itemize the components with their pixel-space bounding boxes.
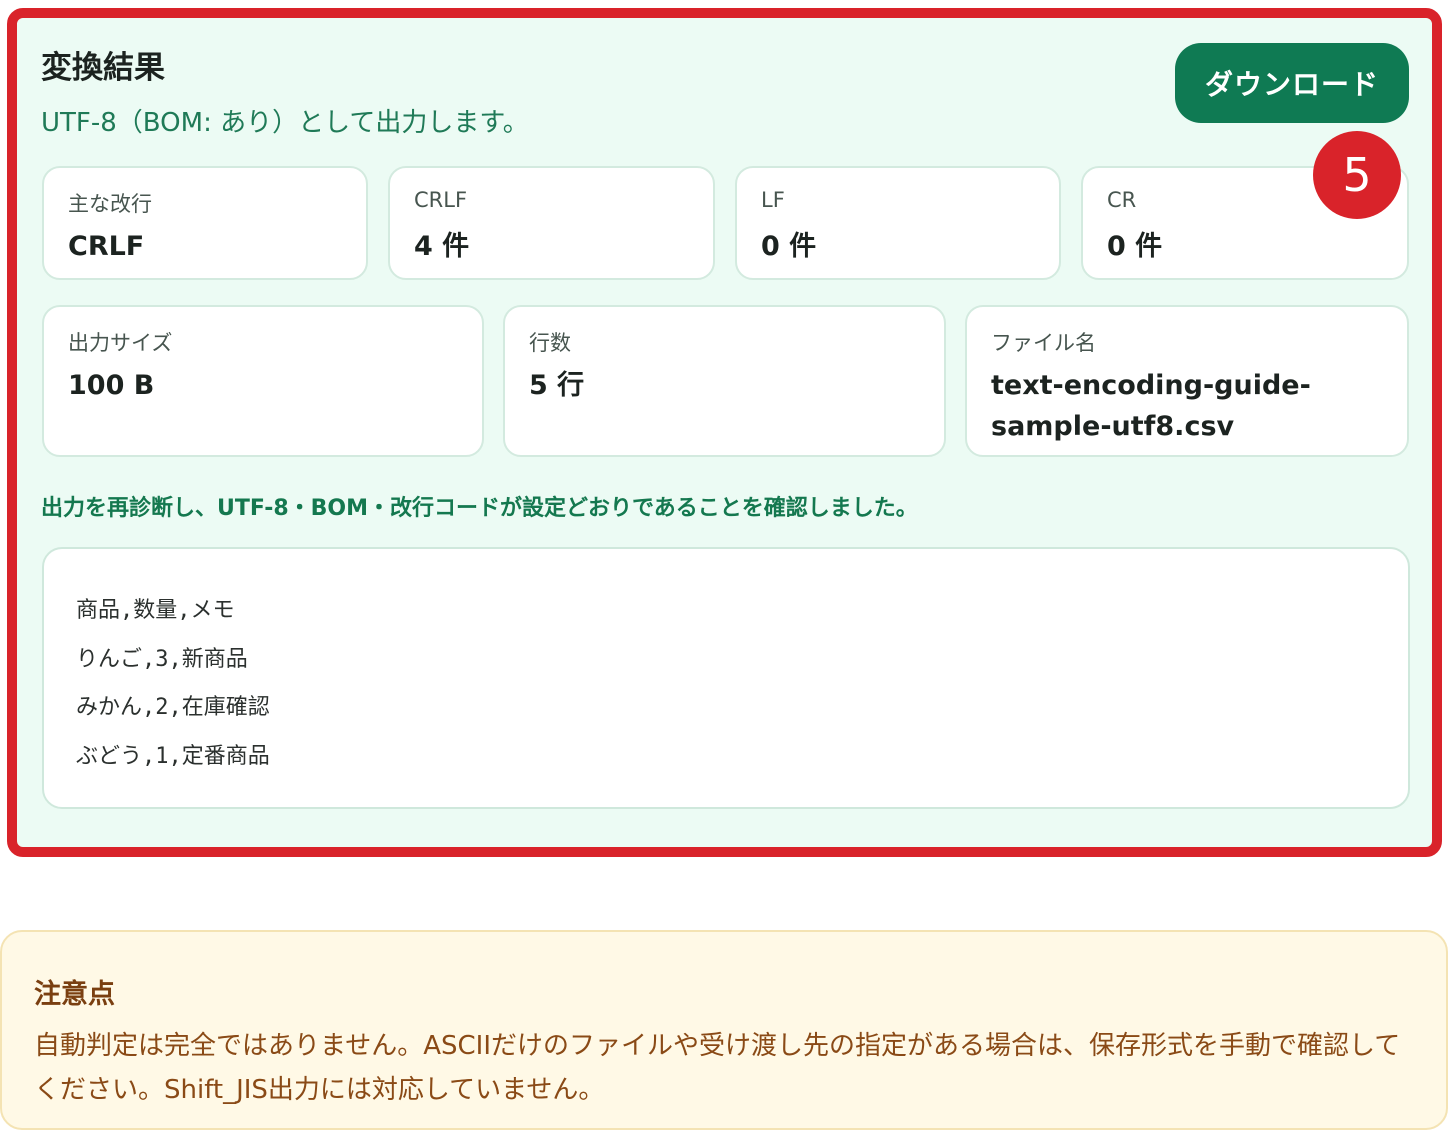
preview-line: 商品,数量,メモ [76, 598, 235, 623]
stat-card-output-size: 出力サイズ 100 B [42, 305, 484, 457]
preview-line: みかん,2,在庫確認 [76, 695, 270, 720]
stat-label: LF [761, 188, 785, 212]
stat-value: 100 B [68, 370, 155, 401]
output-encoding-summary: UTF-8（BOM: あり）として出力します。 [41, 108, 529, 138]
stat-label: CRLF [414, 188, 468, 212]
conversion-result-panel: 変換結果 UTF-8（BOM: あり）として出力します。 ダウンロード 5 主な… [7, 8, 1442, 857]
result-title: 変換結果 [41, 50, 165, 86]
stat-card-file-name: ファイル名 text-encoding-guide-sample-utf8.cs… [965, 305, 1409, 457]
stat-label: 行数 [529, 331, 571, 355]
stat-label: 出力サイズ [68, 331, 173, 355]
output-preview: 商品,数量,メモ りんご,3,新商品 みかん,2,在庫確認 ぶどう,1,定番商品 [42, 547, 1410, 809]
notice-text: 自動判定は完全ではありません。ASCIIだけのファイルや受け渡し先の指定がある場… [34, 1031, 1401, 1105]
stat-card-main-newline: 主な改行 CRLF [42, 166, 368, 280]
stat-card-crlf-count: CRLF 4 件 [388, 166, 715, 280]
stat-value: 0 件 [1107, 231, 1163, 262]
stat-card-line-count: 行数 5 行 [503, 305, 946, 457]
stat-card-lf-count: LF 0 件 [735, 166, 1061, 280]
stat-label: ファイル名 [991, 331, 1096, 355]
preview-line: ぶどう,1,定番商品 [76, 743, 270, 769]
stat-value: 5 行 [529, 370, 585, 401]
step-number-badge: 5 [1313, 131, 1401, 219]
download-button[interactable]: ダウンロード [1175, 43, 1409, 123]
preview-line: りんご,3,新商品 [76, 646, 248, 672]
verification-message: 出力を再診断し、UTF-8・BOM・改行コードが設定どおりであることを確認しまし… [41, 496, 918, 521]
stat-value: 4 件 [414, 231, 470, 262]
stat-value: CRLF [68, 231, 145, 262]
stat-label: 主な改行 [68, 192, 152, 216]
notice-title: 注意点 [34, 979, 115, 1010]
stat-value: text-encoding-guide-sample-utf8.csv [991, 370, 1311, 442]
stat-label: CR [1107, 188, 1137, 212]
stat-value: 0 件 [761, 231, 817, 262]
notice-panel: 注意点 自動判定は完全ではありません。ASCIIだけのファイルや受け渡し先の指定… [0, 930, 1448, 1130]
